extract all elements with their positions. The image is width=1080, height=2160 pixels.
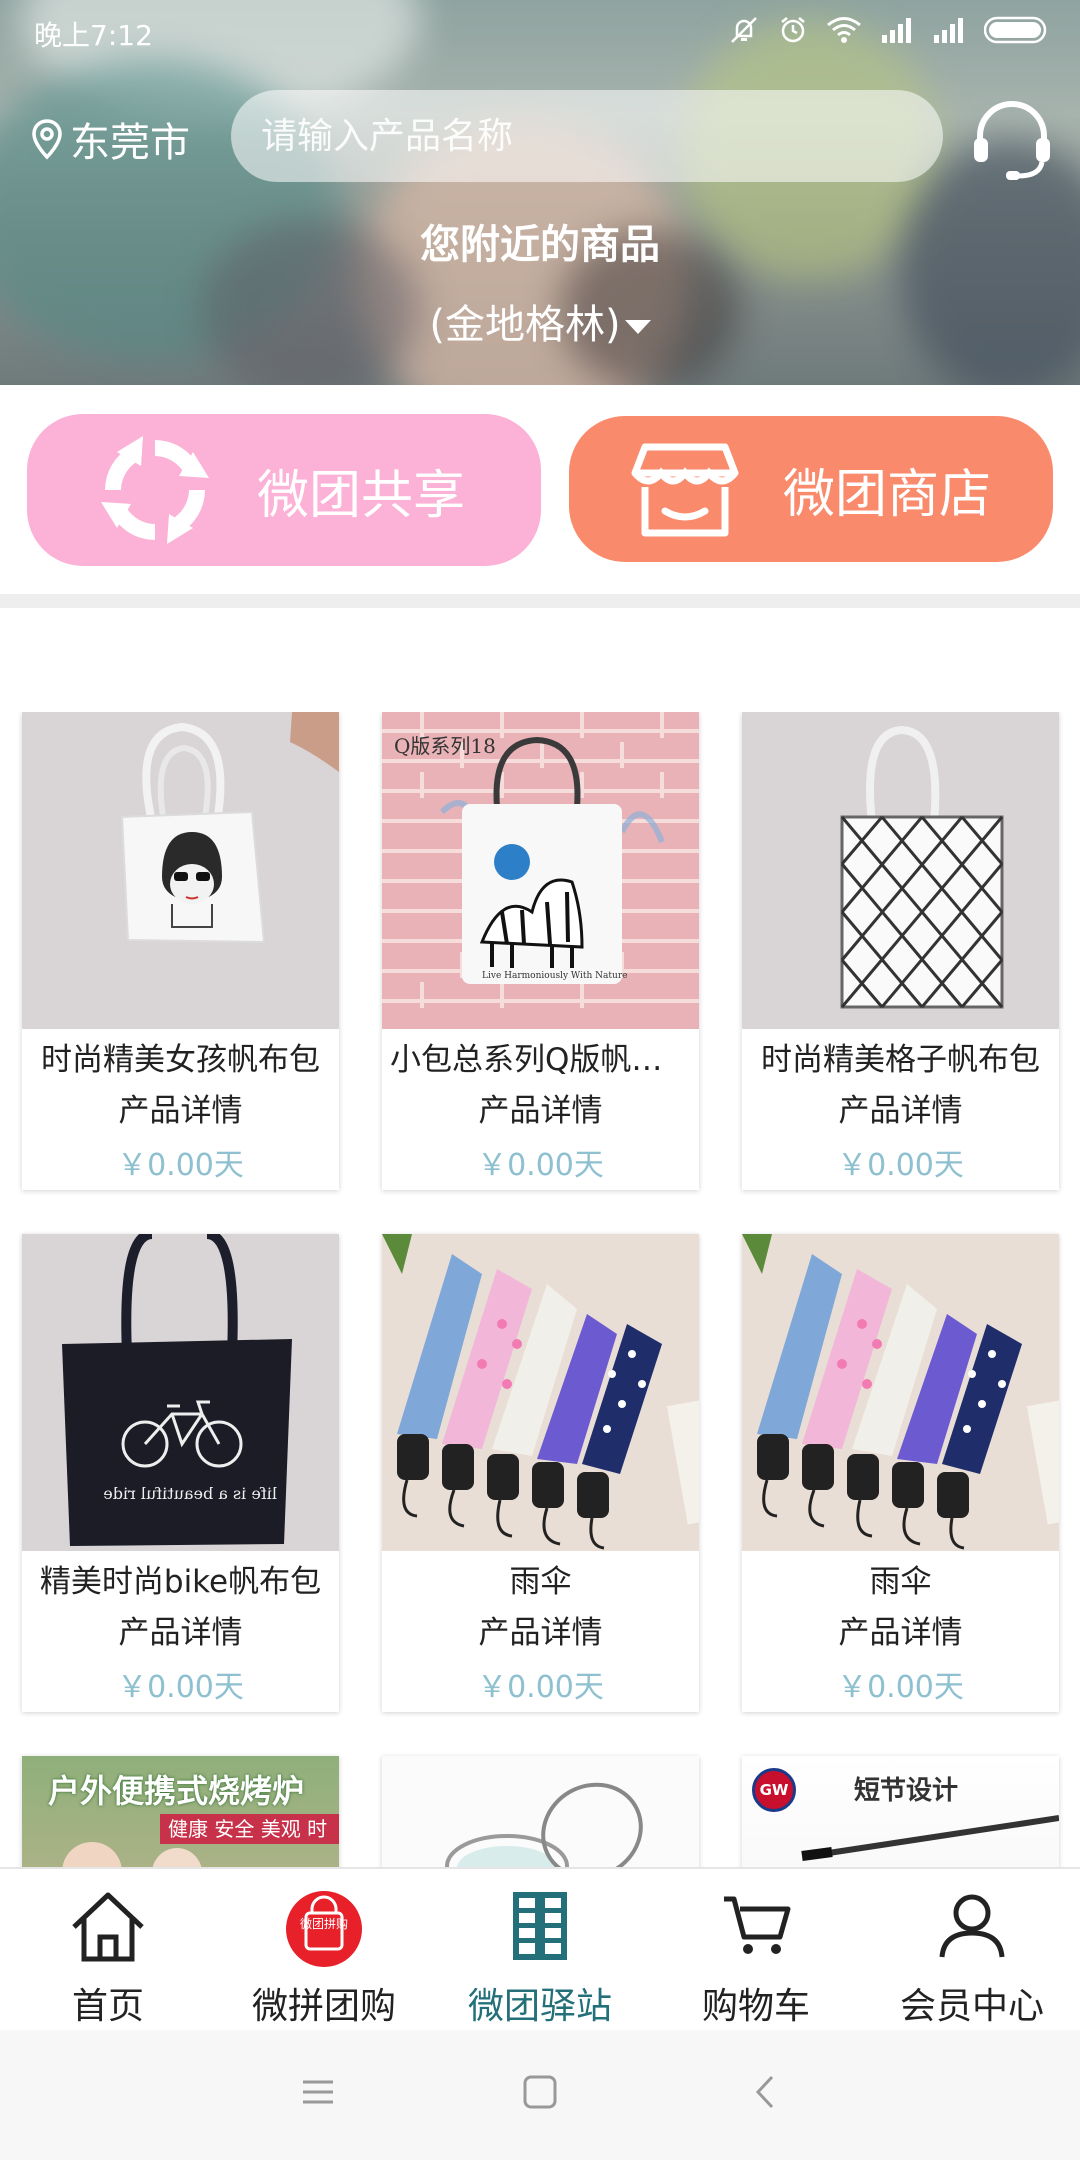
nearby-products-title: 您附近的商品 xyxy=(420,222,660,268)
product-image-umbrellas xyxy=(742,1234,1059,1551)
product-card[interactable]: 时尚精美格子帆布包 产品详情 ￥0.00天 xyxy=(742,712,1059,1190)
bottom-tab-bar: 首页 微团拼购 微拼团购 微团驿站 购物车 会员中心 xyxy=(0,1867,1080,2030)
mute-vibrate-icon xyxy=(731,17,757,43)
section-divider xyxy=(0,594,1080,608)
tab-cart[interactable]: 购物车 xyxy=(648,1869,864,2032)
status-time: 晚上7:12 xyxy=(34,19,153,52)
shortcut-row: 微团共享 微团商店 xyxy=(0,414,1080,566)
product-image-tote-grid xyxy=(742,712,1059,1029)
product-card[interactable]: 雨伞 产品详情 ￥0.00天 xyxy=(742,1234,1059,1712)
store-button[interactable]: 微团商店 xyxy=(569,416,1053,562)
battery-icon xyxy=(984,16,1047,44)
group-buy-badge-text: 微团拼购 xyxy=(299,1917,348,1931)
product-detail-link[interactable]: 产品详情 xyxy=(742,1607,1059,1652)
product-price: ￥0.00天 xyxy=(477,1670,604,1705)
hero-banner: 晚上7:12 东莞市 请输入产品名称 您附近的商品 (金地格林) xyxy=(0,0,1080,385)
location-pin-icon xyxy=(32,119,62,160)
tab-station[interactable]: 微团驿站 xyxy=(432,1869,648,2032)
tab-group-buy-label: 微拼团购 xyxy=(251,1986,396,2027)
product-price: ￥0.00天 xyxy=(837,1148,964,1183)
app-screen: 晚上7:12 东莞市 请输入产品名称 您附近的商品 (金地格林) 微团共享 微团… xyxy=(0,0,1080,2160)
storefront-icon xyxy=(631,443,739,537)
product-grid: 时尚精美女孩帆布包 产品详情 ￥0.00天 Live Harmoniously … xyxy=(0,712,1080,1867)
svg-text:Live Harmoniously With Nature: Live Harmoniously With Nature xyxy=(482,971,627,981)
tab-member-label: 会员中心 xyxy=(899,1986,1044,2027)
home-square-icon[interactable] xyxy=(522,2074,558,2110)
community-selector[interactable]: (金地格林) xyxy=(0,292,1080,350)
product-name: 雨伞 xyxy=(509,1564,572,1600)
product-name: 精美时尚bike帆布包 xyxy=(39,1564,322,1600)
product-card[interactable]: GW 短节设计 xyxy=(742,1756,1059,1867)
product-detail-link[interactable]: 产品详情 xyxy=(22,1607,339,1652)
location-selector[interactable]: 东莞市 xyxy=(30,110,190,168)
caret-down-icon xyxy=(624,320,651,334)
product-detail-link[interactable]: 产品详情 xyxy=(742,1085,1059,1130)
product-card[interactable]: 雨伞 产品详情 ￥0.00天 xyxy=(382,1234,699,1712)
search-input[interactable] xyxy=(231,90,943,182)
product-card[interactable]: 时尚精美女孩帆布包 产品详情 ￥0.00天 xyxy=(22,712,339,1190)
product-name: 雨伞 xyxy=(869,1564,932,1600)
product-card[interactable] xyxy=(382,1756,699,1867)
alarm-icon xyxy=(781,17,805,43)
system-nav-bar xyxy=(0,2030,1080,2160)
tab-station-label: 微团驿站 xyxy=(467,1986,612,2027)
tab-home-label: 首页 xyxy=(71,1986,144,2027)
product-badge: Q版系列18 xyxy=(394,734,496,758)
member-icon xyxy=(939,1894,1005,1958)
product-image-umbrellas xyxy=(382,1234,699,1551)
back-icon[interactable] xyxy=(750,2074,780,2110)
product-image-tote-bike: life is a beautiful ride xyxy=(22,1234,339,1551)
svg-text:life is a beautiful ride: life is a beautiful ride xyxy=(103,1484,277,1503)
recycle-icon xyxy=(101,436,209,544)
tab-member[interactable]: 会员中心 xyxy=(864,1869,1080,2032)
store-label: 微团商店 xyxy=(783,464,992,525)
share-button[interactable]: 微团共享 xyxy=(27,414,541,566)
headset-icon xyxy=(974,101,1050,180)
product-price: ￥0.00天 xyxy=(117,1670,244,1705)
product-price: ￥0.00天 xyxy=(117,1148,244,1183)
tab-group-buy[interactable]: 微团拼购 微拼团购 xyxy=(216,1869,432,2032)
product-name: 小包总系列Q版帆布包 xyxy=(390,1042,691,1078)
bbq-banner-text: 户外便携式烧烤炉 xyxy=(48,1772,305,1810)
status-bar: 晚上7:12 xyxy=(0,0,1080,64)
product-card[interactable]: 户外便携式烧烤炉 健康 安全 美观 时尚 xyxy=(22,1756,339,1867)
product-name: 时尚精美格子帆布包 xyxy=(761,1042,1040,1078)
product-image-tote-zebra: Live Harmoniously With Nature Q版系列18 xyxy=(382,712,699,1029)
share-label: 微团共享 xyxy=(257,465,466,526)
bbq-tagline: 健康 安全 美观 时尚 xyxy=(160,1814,339,1867)
signal-icon-1 xyxy=(882,18,911,43)
product-image-tote-girl xyxy=(22,712,339,1029)
tab-home[interactable]: 首页 xyxy=(0,1869,216,2032)
status-icons xyxy=(728,14,1050,46)
cart-icon xyxy=(724,1896,791,1954)
station-icon xyxy=(513,1892,567,1960)
tab-cart-label: 购物车 xyxy=(701,1986,810,2027)
product-image-compact-mirror xyxy=(382,1756,699,1867)
location-label: 东莞市 xyxy=(70,120,190,166)
product-image-bbq: 户外便携式烧烤炉 健康 安全 美观 时尚 xyxy=(22,1756,339,1867)
product-detail-link[interactable]: 产品详情 xyxy=(382,1085,699,1130)
product-price: ￥0.00天 xyxy=(477,1148,604,1183)
product-card[interactable]: Live Harmoniously With Nature Q版系列18 小包总… xyxy=(382,712,699,1190)
community-label: (金地格林) xyxy=(429,302,621,348)
home-icon xyxy=(72,1892,144,1962)
signal-icon-2 xyxy=(934,18,963,43)
search-box[interactable] xyxy=(231,90,943,182)
product-card[interactable]: life is a beautiful ride 精美时尚bike帆布包 产品详… xyxy=(22,1234,339,1712)
product-price: ￥0.00天 xyxy=(837,1670,964,1705)
product-detail-link[interactable]: 产品详情 xyxy=(382,1607,699,1652)
wifi-icon xyxy=(827,17,861,43)
product-detail-link[interactable]: 产品详情 xyxy=(22,1085,339,1130)
product-name: 时尚精美女孩帆布包 xyxy=(41,1042,320,1078)
menu-icon[interactable] xyxy=(300,2074,336,2110)
customer-service-button[interactable] xyxy=(970,100,1054,184)
product-image-fishing-rod: GW 短节设计 xyxy=(742,1756,1059,1867)
